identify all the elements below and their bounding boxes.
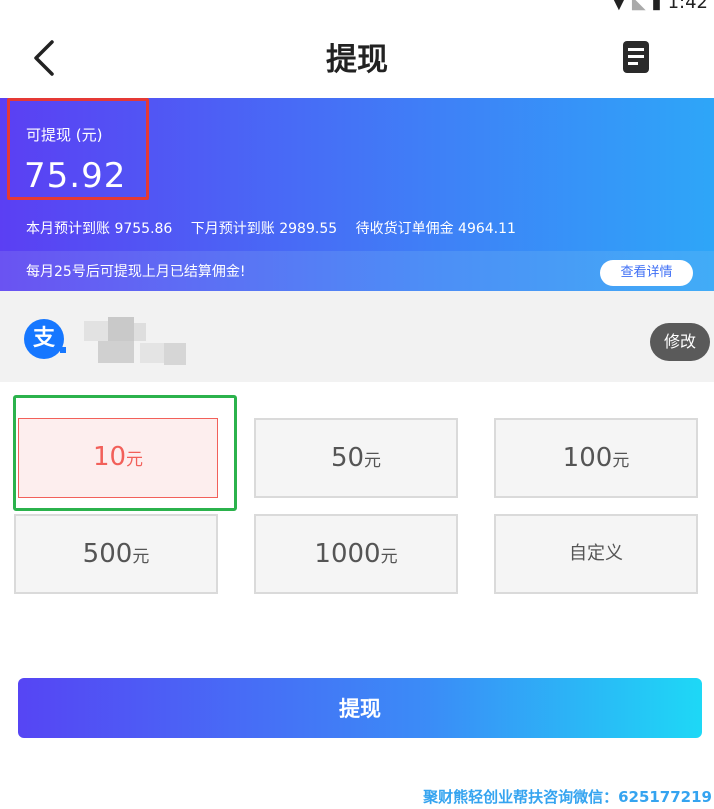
wifi-icon: ▼	[611, 0, 626, 13]
amount-option-100[interactable]: 100元	[494, 418, 698, 498]
battery-icon: ▮	[651, 0, 662, 13]
highlight-box-red	[7, 98, 149, 200]
stat-this-month: 本月预计到账 9755.86	[26, 221, 173, 237]
amount-option-50[interactable]: 50元	[254, 418, 458, 498]
view-details-button[interactable]: 查看详情	[600, 260, 693, 286]
highlight-box-green	[13, 395, 237, 511]
signal-icon: ◣	[631, 0, 646, 13]
balance-banner: 可提现 (元) 75.92 本月预计到账 9755.86 下月预计到账 2989…	[0, 98, 714, 251]
status-bar: ▼ ◣ ▮ 1:42	[0, 0, 714, 14]
stat-pending-commission: 待收货订单佣金 4964.11	[355, 221, 516, 237]
records-list-icon[interactable]	[622, 40, 650, 74]
earnings-stats: 本月预计到账 9755.86 下月预计到账 2989.55 待收货订单佣金 49…	[26, 218, 530, 238]
alipay-icon: 支	[24, 319, 64, 359]
amount-option-custom[interactable]: 自定义	[494, 514, 698, 594]
amount-option-500[interactable]: 500元	[14, 514, 218, 594]
amount-option-1000[interactable]: 1000元	[254, 514, 458, 594]
watermark-text: 聚财熊轻创业帮扶咨询微信：625177219	[423, 788, 712, 806]
notice-text: 每月25号后可提现上月已结算佣金!	[26, 264, 246, 280]
withdraw-button[interactable]: 提现	[18, 678, 702, 738]
status-icons: ▼ ◣ ▮ 1:42	[612, 0, 708, 13]
stat-next-month: 下月预计到账 2989.55	[190, 221, 338, 237]
nav-bar: 提现	[0, 14, 714, 98]
status-time: 1:42	[667, 0, 708, 13]
notice-bar: 每月25号后可提现上月已结算佣金! 查看详情	[0, 251, 714, 291]
page-title: 提现	[326, 42, 388, 78]
payout-account: 支 修改	[0, 291, 714, 382]
edit-account-button[interactable]: 修改	[650, 323, 710, 361]
account-name-blurred	[78, 313, 188, 365]
alipay-icon-dot	[60, 347, 66, 353]
